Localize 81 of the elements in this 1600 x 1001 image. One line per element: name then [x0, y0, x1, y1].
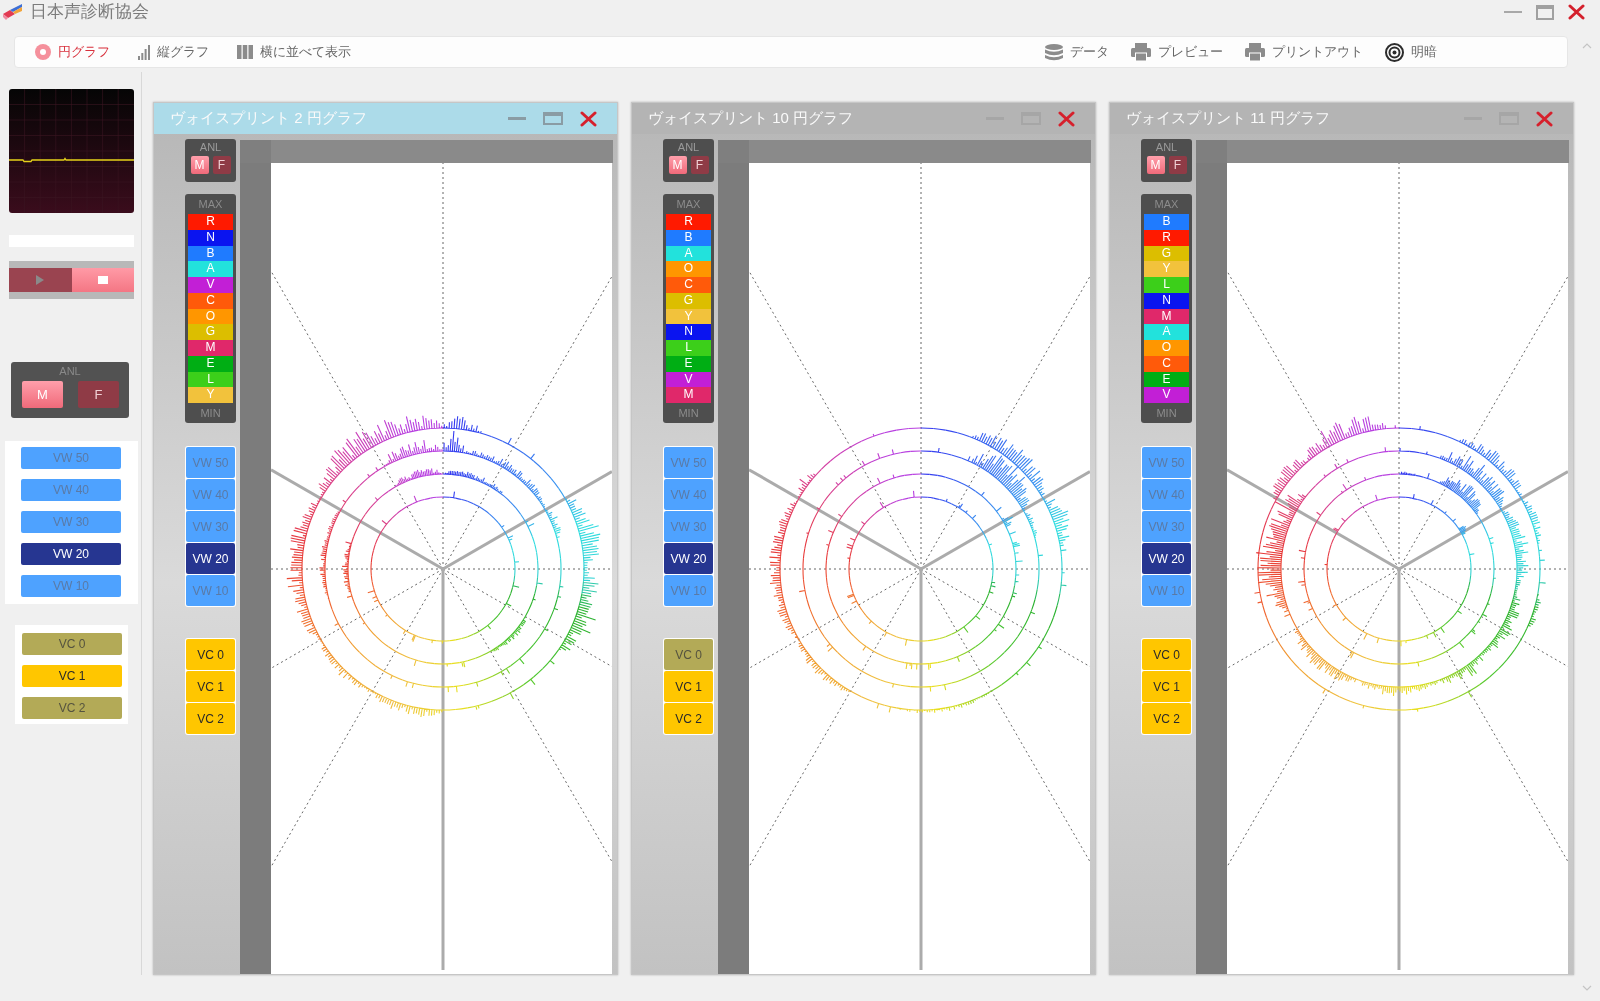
anl-label: ANL: [199, 140, 222, 154]
tone-bar: Y: [1144, 261, 1189, 277]
chevron-down-icon[interactable]: [1582, 985, 1592, 991]
tone-bar: V: [1144, 387, 1189, 403]
min-label: MIN: [677, 406, 700, 421]
vc-button[interactable]: VC 0: [1142, 639, 1191, 670]
tone-bar: B: [1144, 214, 1189, 230]
stop-icon: [97, 276, 108, 284]
tone-bar: Y: [188, 387, 233, 403]
vw-button[interactable]: VW 20: [186, 543, 235, 574]
vc-button[interactable]: VC 2: [664, 703, 713, 734]
min-label: MIN: [199, 406, 222, 421]
max-label: MAX: [1153, 197, 1180, 212]
tone-bar: M: [188, 340, 233, 356]
dot-circle-icon: [35, 44, 51, 60]
vc-button[interactable]: VC 1: [186, 671, 235, 702]
printer-icon: [1131, 43, 1151, 61]
tone-bar: A: [1144, 324, 1189, 340]
vw-button[interactable]: VW 20: [1142, 543, 1191, 574]
vw-button[interactable]: VW 20: [664, 543, 713, 574]
play-button[interactable]: [9, 268, 72, 292]
stop-button[interactable]: [71, 268, 134, 292]
tone-bar: L: [1144, 277, 1189, 293]
view-tab[interactable]: 縦グラフ: [134, 39, 213, 65]
play-icon: [36, 275, 45, 285]
tone-bar: O: [666, 261, 711, 277]
printer-icon: [1245, 43, 1265, 61]
min-label: MIN: [1155, 406, 1178, 421]
view-tab[interactable]: 横に並べて表示: [233, 39, 355, 65]
mode-button[interactable]: F: [1168, 156, 1187, 174]
anl-label: ANL: [59, 364, 81, 379]
tone-bar: L: [666, 340, 711, 356]
tone-bar: M: [666, 387, 711, 403]
vc-button[interactable]: VC 2: [1142, 703, 1191, 734]
max-label: MAX: [675, 197, 702, 212]
vw-button[interactable]: VW 20: [21, 543, 121, 565]
chevron-up-icon[interactable]: [1582, 43, 1592, 49]
tone-bar: A: [188, 261, 233, 277]
tone-bar: C: [666, 277, 711, 293]
tone-bar: R: [666, 214, 711, 230]
tone-bar: R: [188, 214, 233, 230]
vc-button[interactable]: VC 0: [186, 639, 235, 670]
toolbar-button[interactable]: プリントアウト: [1241, 39, 1367, 65]
minimize-icon[interactable]: [508, 117, 526, 120]
tone-bar: O: [1144, 340, 1189, 356]
anl-label: ANL: [1155, 140, 1178, 154]
vc-button[interactable]: VC 0: [22, 633, 122, 655]
maximize-icon[interactable]: [543, 112, 563, 125]
app-title: 日本声診断協会: [30, 1, 149, 23]
tone-bar: N: [666, 324, 711, 340]
window-title: ヴォイスプリント 10 円グラフ: [648, 109, 854, 128]
close-icon[interactable]: [1536, 110, 1553, 127]
max-label: MAX: [197, 197, 224, 212]
toolbar-button[interactable]: データ: [1041, 39, 1113, 65]
window-title: ヴォイスプリント 11 円グラフ: [1126, 109, 1330, 128]
mode-button[interactable]: F: [690, 156, 709, 174]
vc-button[interactable]: VC 1: [664, 671, 713, 702]
bar-chart-icon: [138, 44, 150, 60]
logo-icon: [3, 4, 23, 20]
vc-button[interactable]: VC 2: [186, 703, 235, 734]
tone-bar: V: [188, 277, 233, 293]
database-icon: [1045, 43, 1063, 61]
mode-button[interactable]: F: [78, 381, 119, 408]
window-title: ヴォイスプリント 2 円グラフ: [170, 109, 367, 128]
mode-button[interactable]: F: [212, 156, 231, 174]
toolbar-button[interactable]: 明暗: [1381, 39, 1441, 65]
minimize-icon[interactable]: [1504, 10, 1522, 14]
tone-bar: G: [188, 324, 233, 340]
maximize-icon[interactable]: [1536, 4, 1554, 20]
vc-button[interactable]: VC 1: [22, 665, 122, 687]
close-icon[interactable]: [1058, 110, 1075, 127]
vc-button[interactable]: VC 2: [22, 697, 122, 719]
anl-label: ANL: [677, 140, 700, 154]
vc-button[interactable]: VC 1: [1142, 671, 1191, 702]
view-tab[interactable]: 円グラフ: [31, 39, 114, 65]
columns-icon: [237, 45, 253, 59]
close-icon[interactable]: [1568, 4, 1585, 20]
target-icon: [1385, 42, 1404, 62]
toolbar-button[interactable]: プレビュー: [1127, 39, 1227, 65]
vc-button[interactable]: VC 0: [664, 639, 713, 670]
close-icon[interactable]: [580, 110, 597, 127]
